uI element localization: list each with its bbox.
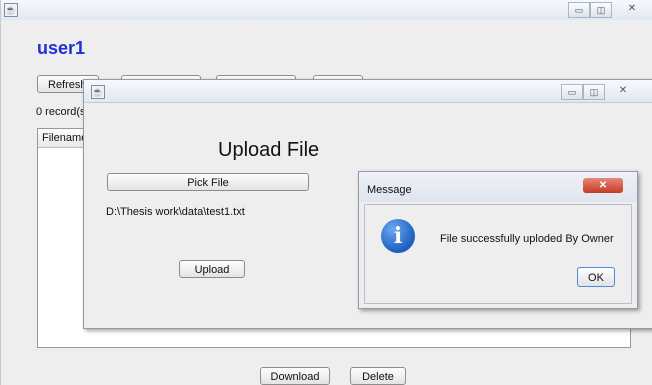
delete-button[interactable]: Delete	[350, 367, 406, 385]
upload-button[interactable]: Upload	[179, 260, 245, 278]
minimize-button[interactable]: ▭	[568, 2, 590, 18]
message-dialog: Message ✕ i File successfully uploded By…	[358, 171, 638, 309]
message-body: i File successfully uploded By Owner OK	[364, 204, 632, 304]
minimize-button[interactable]: ▭	[561, 84, 583, 100]
selected-file-path: D:\Thesis work\data\test1.txt	[106, 206, 245, 218]
maximize-button[interactable]: ◫	[590, 2, 612, 18]
message-text: File successfully uploded By Owner	[440, 233, 614, 245]
download-button[interactable]: Download	[260, 367, 330, 385]
message-titlebar: Message ✕	[359, 172, 637, 202]
upload-heading: Upload File	[218, 139, 320, 161]
column-header-filename[interactable]: Filename	[42, 132, 87, 144]
close-button[interactable]: ✕	[608, 84, 638, 98]
maximize-button[interactable]: ◫	[583, 84, 605, 100]
main-titlebar: ☕ ▭ ◫ ✕	[1, 0, 652, 20]
upload-titlebar: ☕ ▭ ◫ ✕	[84, 80, 652, 103]
close-button[interactable]: ✕	[619, 2, 645, 16]
ok-button[interactable]: OK	[577, 267, 615, 287]
records-count: 0 record(s)	[36, 106, 84, 118]
java-app-icon: ☕	[4, 3, 18, 17]
message-title: Message	[367, 184, 412, 196]
user-title: user1	[37, 38, 86, 58]
close-icon[interactable]: ✕	[583, 178, 623, 193]
info-icon: i	[381, 219, 415, 253]
java-app-icon: ☕	[91, 85, 105, 99]
pick-file-button[interactable]: Pick File	[107, 173, 309, 191]
